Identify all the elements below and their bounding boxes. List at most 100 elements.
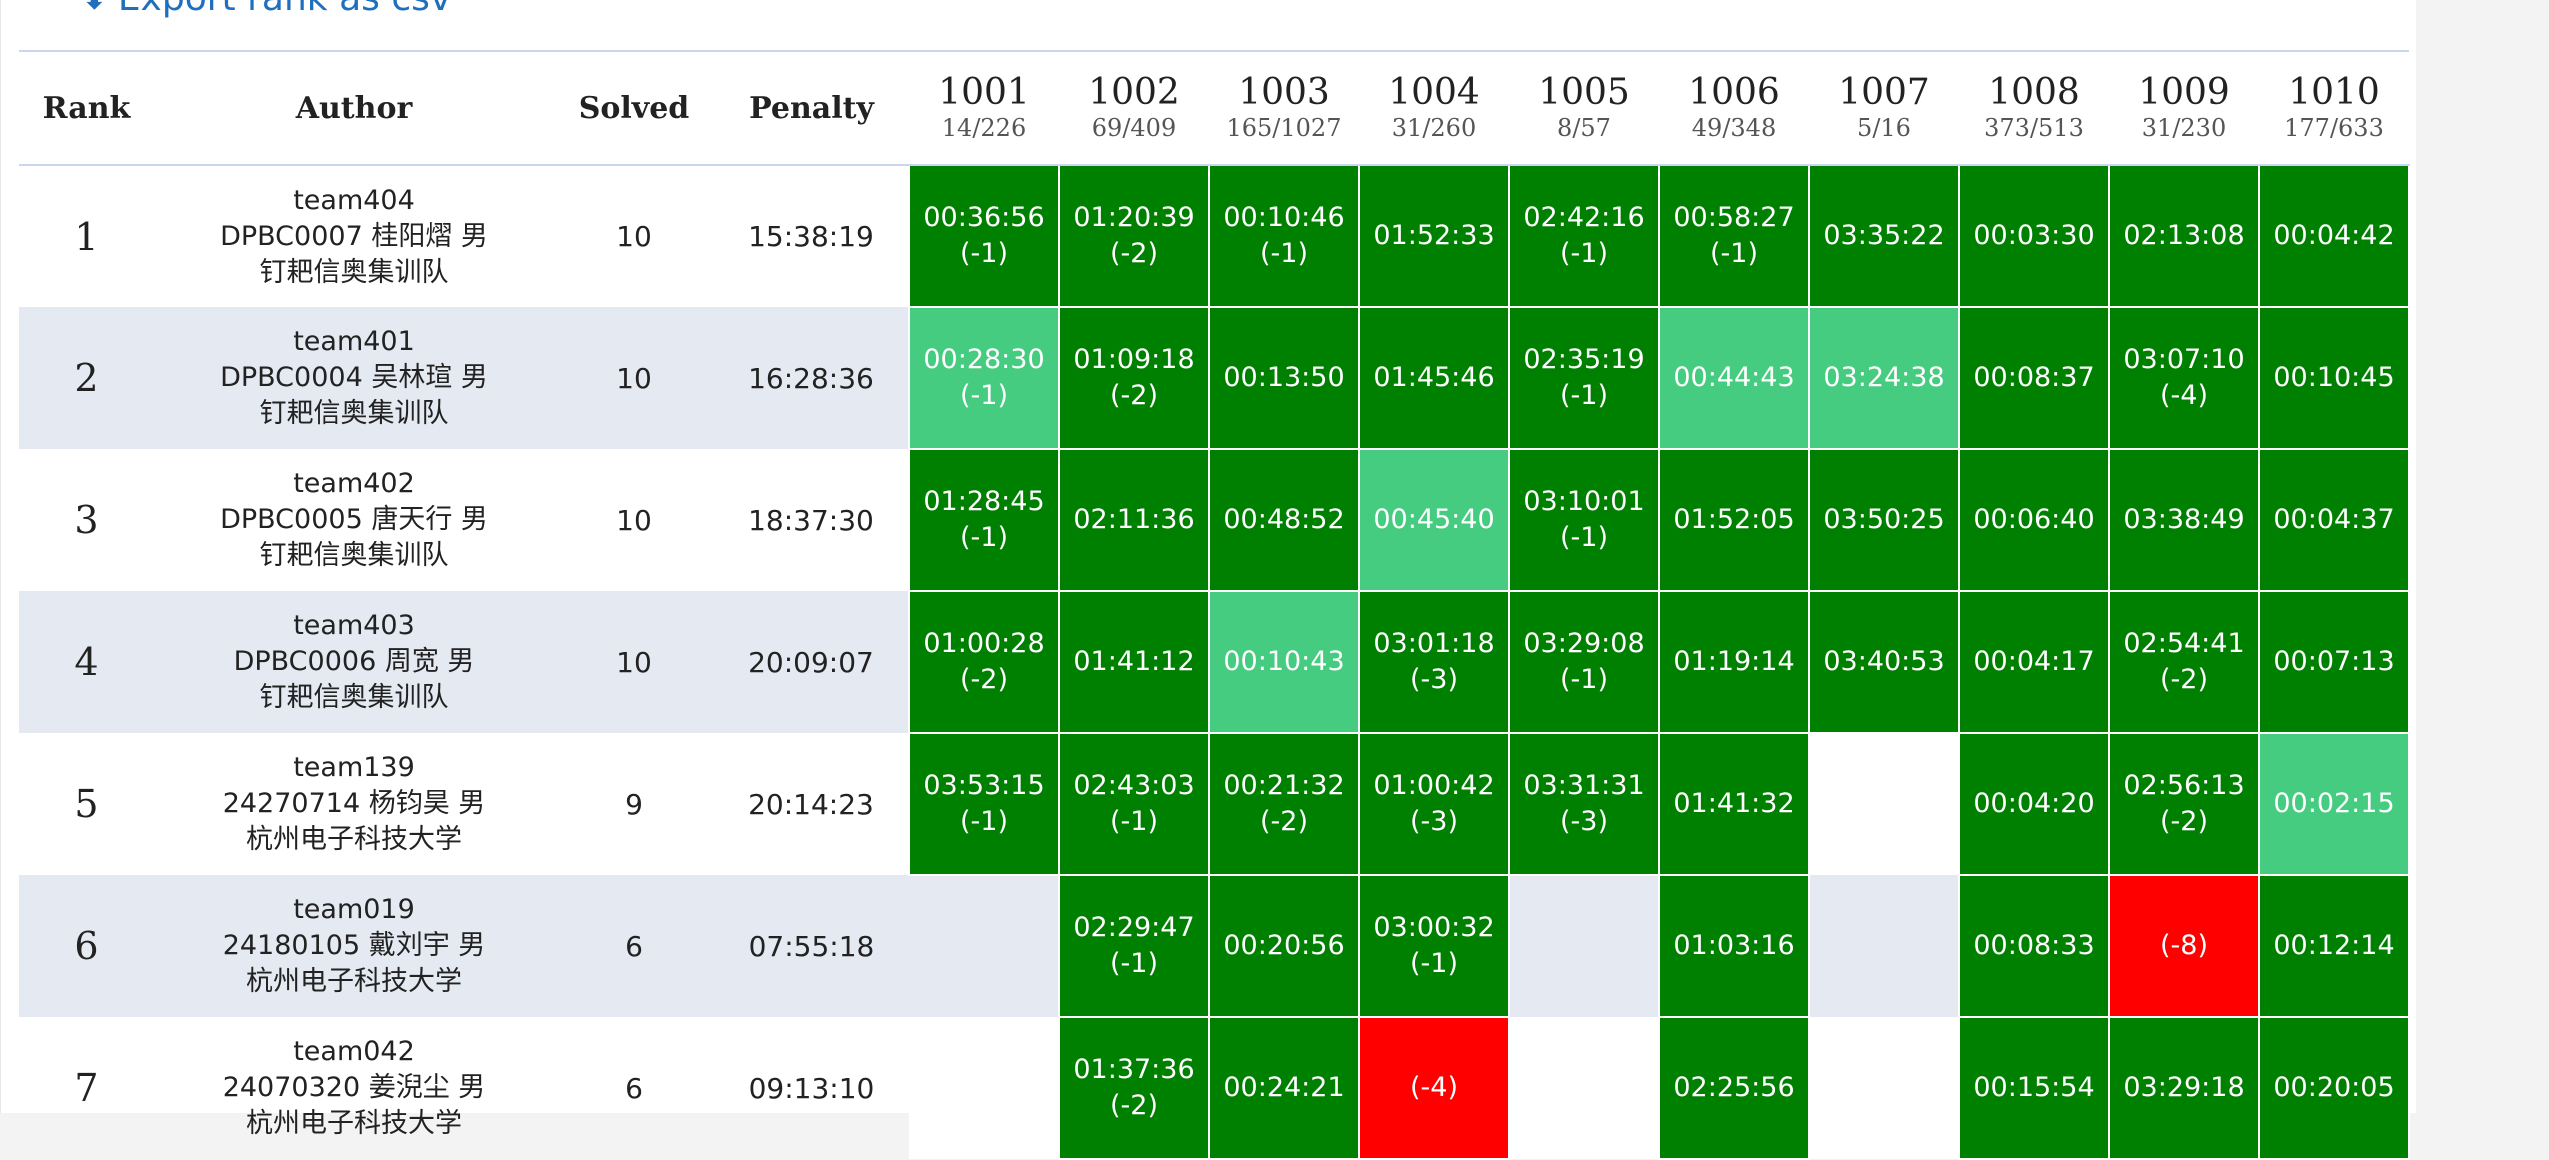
problem-stat: 177/633 bbox=[2284, 114, 2384, 142]
problem-cell[interactable]: 03:00:32 (-1) bbox=[1358, 874, 1510, 1018]
problem-header-1009[interactable]: 1009 31/230 bbox=[2109, 50, 2259, 166]
problem-cell[interactable]: 01:37:36 (-2) bbox=[1058, 1016, 1210, 1160]
problem-cell[interactable]: 00:10:45 bbox=[2258, 306, 2410, 450]
problem-cell[interactable]: (-4) bbox=[1358, 1016, 1510, 1160]
problem-cell[interactable]: 00:10:43 bbox=[1208, 590, 1360, 734]
author-cell[interactable]: team042 24070320 姜淣尘 男杭州电子科技大学 bbox=[154, 1017, 554, 1159]
rank-cell: 4 bbox=[19, 591, 154, 733]
cell-time: 00:07:13 bbox=[2273, 646, 2395, 677]
author-header[interactable]: Author bbox=[154, 50, 554, 166]
problem-header-1006[interactable]: 1006 49/348 bbox=[1659, 50, 1809, 166]
cell-tries: (-2) bbox=[1260, 806, 1308, 837]
problem-cell[interactable]: 00:44:43 bbox=[1658, 306, 1810, 450]
problem-cell[interactable]: 00:12:14 bbox=[2258, 874, 2410, 1018]
problem-cell[interactable]: 01:20:39 (-2) bbox=[1058, 164, 1210, 308]
problem-cell[interactable]: 00:04:42 bbox=[2258, 164, 2410, 308]
problem-cell[interactable]: 00:08:33 bbox=[1958, 874, 2110, 1018]
problem-header-1005[interactable]: 1005 8/57 bbox=[1509, 50, 1659, 166]
problem-cell[interactable]: 00:20:05 bbox=[2258, 1016, 2410, 1160]
problem-header-1010[interactable]: 1010 177/633 bbox=[2259, 50, 2409, 166]
problem-cell[interactable]: 01:45:46 bbox=[1358, 306, 1510, 450]
problem-cell[interactable]: 03:35:22 bbox=[1808, 164, 1960, 308]
problem-cell[interactable]: 03:40:53 bbox=[1808, 590, 1960, 734]
problem-cell[interactable]: 03:07:10 (-4) bbox=[2108, 306, 2260, 450]
problem-cell[interactable]: 01:00:28 (-2) bbox=[908, 590, 1060, 734]
problem-cell[interactable]: 00:07:13 bbox=[2258, 590, 2410, 734]
author-cell[interactable]: team402 DPBC0005 唐天行 男钉耙信奥集训队 bbox=[154, 449, 554, 591]
problem-cell[interactable]: 00:08:37 bbox=[1958, 306, 2110, 450]
problem-cell[interactable]: 01:28:45 (-1) bbox=[908, 448, 1060, 592]
problem-cell[interactable]: 03:10:01 (-1) bbox=[1508, 448, 1660, 592]
problem-cell[interactable]: 00:36:56 (-1) bbox=[908, 164, 1060, 308]
problem-cell[interactable]: 00:04:17 bbox=[1958, 590, 2110, 734]
problem-cell[interactable]: 02:11:36 bbox=[1058, 448, 1210, 592]
problem-cell[interactable]: 02:25:56 bbox=[1658, 1016, 1810, 1160]
problem-cell[interactable]: 01:41:12 bbox=[1058, 590, 1210, 734]
author-cell[interactable]: team139 24270714 杨钧昊 男杭州电子科技大学 bbox=[154, 733, 554, 875]
problem-header-1002[interactable]: 1002 69/409 bbox=[1059, 50, 1209, 166]
problem-cell[interactable]: 02:56:13 (-2) bbox=[2108, 732, 2260, 876]
penalty-header[interactable]: Penalty bbox=[714, 50, 909, 166]
problem-cell[interactable]: 01:03:16 bbox=[1658, 874, 1810, 1018]
problem-cell[interactable]: 02:29:47 (-1) bbox=[1058, 874, 1210, 1018]
author-cell[interactable]: team019 24180105 戴刘宇 男杭州电子科技大学 bbox=[154, 875, 554, 1017]
cell-time: 03:24:38 bbox=[1823, 362, 1945, 393]
problem-cell[interactable]: 01:41:32 bbox=[1658, 732, 1810, 876]
solved-header[interactable]: Solved bbox=[554, 50, 714, 166]
problem-cell[interactable]: 01:52:05 bbox=[1658, 448, 1810, 592]
problem-cell[interactable]: 00:10:46 (-1) bbox=[1208, 164, 1360, 308]
problem-cell[interactable]: 03:29:08 (-1) bbox=[1508, 590, 1660, 734]
problem-cell[interactable]: 00:48:52 bbox=[1208, 448, 1360, 592]
problem-cell[interactable]: 03:53:15 (-1) bbox=[908, 732, 1060, 876]
cell-tries: (-1) bbox=[1560, 238, 1608, 269]
problem-cell[interactable]: 01:00:42 (-3) bbox=[1358, 732, 1510, 876]
problem-cell[interactable]: 03:38:49 bbox=[2108, 448, 2260, 592]
author-cell[interactable]: team403 DPBC0006 周宽 男钉耙信奥集训队 bbox=[154, 591, 554, 733]
problem-cell[interactable]: 00:45:40 bbox=[1358, 448, 1510, 592]
cell-time: 00:36:56 bbox=[923, 202, 1045, 233]
author-team: team042 bbox=[293, 1036, 415, 1067]
cell-time: 02:29:47 bbox=[1073, 912, 1195, 943]
problem-cell[interactable]: 00:15:54 bbox=[1958, 1016, 2110, 1160]
problem-cell[interactable]: 00:03:30 bbox=[1958, 164, 2110, 308]
export-csv-link[interactable]: ⬇ Export rank as csv bbox=[81, 0, 451, 19]
problem-cell[interactable]: 03:31:31 (-3) bbox=[1508, 732, 1660, 876]
problem-cell[interactable]: 00:06:40 bbox=[1958, 448, 2110, 592]
problem-header-1004[interactable]: 1004 31/260 bbox=[1359, 50, 1509, 166]
problem-cell[interactable]: 02:54:41 (-2) bbox=[2108, 590, 2260, 734]
problem-header-1007[interactable]: 1007 5/16 bbox=[1809, 50, 1959, 166]
problem-cell[interactable]: 02:13:08 bbox=[2108, 164, 2260, 308]
problem-stat: 373/513 bbox=[1984, 114, 2084, 142]
problem-cell[interactable]: (-8) bbox=[2108, 874, 2260, 1018]
cell-time: 02:43:03 bbox=[1073, 770, 1195, 801]
author-cell[interactable]: team404 DPBC0007 桂阳熠 男钉耙信奥集训队 bbox=[154, 165, 554, 307]
penalty-cell: 18:37:30 bbox=[748, 503, 874, 537]
problem-cell[interactable]: 00:04:37 bbox=[2258, 448, 2410, 592]
problem-cell[interactable]: 02:35:19 (-1) bbox=[1508, 306, 1660, 450]
problem-cell[interactable]: 00:13:50 bbox=[1208, 306, 1360, 450]
problem-cell[interactable]: 00:28:30 (-1) bbox=[908, 306, 1060, 450]
problem-cell[interactable]: 03:29:18 bbox=[2108, 1016, 2260, 1160]
problem-cell[interactable]: 03:50:25 bbox=[1808, 448, 1960, 592]
problem-cell[interactable]: 00:20:56 bbox=[1208, 874, 1360, 1018]
cell-time: 02:25:56 bbox=[1673, 1072, 1795, 1103]
problem-cell[interactable]: 00:21:32 (-2) bbox=[1208, 732, 1360, 876]
problem-cell[interactable]: 01:52:33 bbox=[1358, 164, 1510, 308]
rank-header[interactable]: Rank bbox=[19, 50, 154, 166]
problem-cell[interactable]: 03:01:18 (-3) bbox=[1358, 590, 1510, 734]
problem-cell[interactable]: 03:24:38 bbox=[1808, 306, 1960, 450]
problem-cell[interactable]: 00:58:27 (-1) bbox=[1658, 164, 1810, 308]
problem-cell[interactable]: 02:42:16 (-1) bbox=[1508, 164, 1660, 308]
author-cell[interactable]: team401 DPBC0004 吴林瑄 男钉耙信奥集训队 bbox=[154, 307, 554, 449]
problem-header-1003[interactable]: 1003 165/1027 bbox=[1209, 50, 1359, 166]
problem-cell[interactable]: 01:19:14 bbox=[1658, 590, 1810, 734]
cell-tries: (-1) bbox=[960, 238, 1008, 269]
problem-header-1008[interactable]: 1008 373/513 bbox=[1959, 50, 2109, 166]
problem-cell[interactable]: 01:09:18 (-2) bbox=[1058, 306, 1210, 450]
problem-cell[interactable]: 02:43:03 (-1) bbox=[1058, 732, 1210, 876]
problem-cell[interactable]: 00:04:20 bbox=[1958, 732, 2110, 876]
problem-cell[interactable]: 00:24:21 bbox=[1208, 1016, 1360, 1160]
problem-cell[interactable]: 00:02:15 bbox=[2258, 732, 2410, 876]
problem-header-1001[interactable]: 1001 14/226 bbox=[909, 50, 1059, 166]
cell-tries: (-3) bbox=[1410, 806, 1458, 837]
